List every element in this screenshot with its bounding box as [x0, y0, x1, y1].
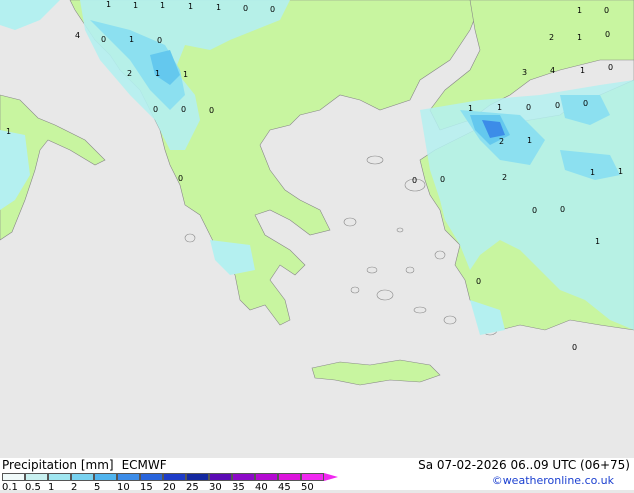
- color-scale-swatch: [301, 473, 324, 481]
- precip-value: 2: [499, 137, 504, 146]
- precip-value: 0: [209, 106, 214, 115]
- precip-value: 1: [468, 104, 473, 113]
- precip-value: 2: [502, 173, 507, 182]
- precip-value: 0: [243, 4, 248, 13]
- legend-model: ECMWF: [121, 458, 167, 472]
- precip-value: 1: [580, 66, 585, 75]
- precip-value: 3: [522, 68, 527, 77]
- color-scale-swatch: [94, 473, 117, 481]
- precip-value: 0: [605, 30, 610, 39]
- precip-value: 0: [560, 205, 565, 214]
- precip-value: 0: [532, 206, 537, 215]
- precip-value: 1: [590, 168, 595, 177]
- color-scale-tick: 40: [255, 482, 268, 493]
- precip-value: 1: [497, 103, 502, 112]
- legend-title: Precipitation [mm] ECMWF: [2, 458, 167, 472]
- color-scale-swatch: [117, 473, 140, 481]
- precip-value: 0: [604, 6, 609, 15]
- precip-value: 0: [555, 101, 560, 110]
- color-scale-swatch: [71, 473, 94, 481]
- precip-value: 1: [6, 127, 11, 136]
- color-scale-tick: 25: [186, 482, 199, 493]
- precip-value: 1: [595, 237, 600, 246]
- precip-value: 1: [188, 2, 193, 11]
- color-scale-tick: 1: [48, 482, 55, 493]
- precip-value: 1: [129, 35, 134, 44]
- precip-value: 4: [550, 66, 555, 75]
- precip-value: 4: [75, 31, 80, 40]
- precip-value: 2: [549, 33, 554, 42]
- color-scale-tick: 5: [94, 482, 101, 493]
- color-scale-tick: 20: [163, 482, 176, 493]
- color-scale-swatch: [232, 473, 255, 481]
- color-scale-tick: 45: [278, 482, 291, 493]
- legend-variable: Precipitation [mm]: [2, 458, 114, 472]
- precip-value: 0: [181, 105, 186, 114]
- precip-value: 2: [127, 69, 132, 78]
- precip-value: 0: [608, 63, 613, 72]
- precip-value: 1: [160, 1, 165, 10]
- precipitation-map: 1 1 1 1 1 0 0 4 0 1 0 2 1 1 0 0 0 1 0 2 …: [0, 0, 634, 458]
- color-scale-arrow: [324, 473, 338, 481]
- color-scale-swatch: [278, 473, 301, 481]
- color-scale-swatch: [163, 473, 186, 481]
- color-scale-tick: 10: [117, 482, 130, 493]
- precip-value: 0: [153, 105, 158, 114]
- precip-value: 0: [440, 175, 445, 184]
- color-scale-tick: 15: [140, 482, 153, 493]
- precip-value: 0: [157, 36, 162, 45]
- precip-value: 1: [577, 33, 582, 42]
- precip-value: 1: [577, 6, 582, 15]
- precip-value: 0: [476, 277, 481, 286]
- color-scale-swatch: [209, 473, 232, 481]
- precip-value: 0: [572, 343, 577, 352]
- color-scale-tick: 0.1: [2, 482, 18, 493]
- precip-value: 1: [155, 69, 160, 78]
- color-scale-tick: 0.5: [25, 482, 41, 493]
- precip-value: 0: [270, 5, 275, 14]
- color-scale-tick: 35: [232, 482, 245, 493]
- color-scale-swatch: [25, 473, 48, 481]
- precip-value: 1: [183, 70, 188, 79]
- precip-value: 1: [216, 3, 221, 12]
- color-scale-swatch: [2, 473, 25, 481]
- precip-value: 0: [178, 174, 183, 183]
- precip-value: 0: [526, 103, 531, 112]
- color-scale-tick: 50: [301, 482, 314, 493]
- precip-value: 1: [133, 1, 138, 10]
- color-scale-tick: 30: [209, 482, 222, 493]
- forecast-datetime: Sa 07-02-2026 06..09 UTC (06+75): [418, 458, 630, 472]
- credit-link[interactable]: ©weatheronline.co.uk: [492, 474, 614, 487]
- precip-value: 0: [583, 99, 588, 108]
- precip-value: 0: [412, 176, 417, 185]
- color-scale-swatch: [140, 473, 163, 481]
- color-scale-swatch: [186, 473, 209, 481]
- color-scale-swatch: [48, 473, 71, 481]
- precip-value: 1: [106, 0, 111, 9]
- precip-value: 0: [101, 35, 106, 44]
- legend-bar: Precipitation [mm] ECMWF Sa 07-02-2026 06…: [0, 458, 634, 493]
- precip-value: 1: [618, 167, 623, 176]
- color-scale-tick: 2: [71, 482, 78, 493]
- precip-value: 1: [527, 136, 532, 145]
- color-scale-swatch: [255, 473, 278, 481]
